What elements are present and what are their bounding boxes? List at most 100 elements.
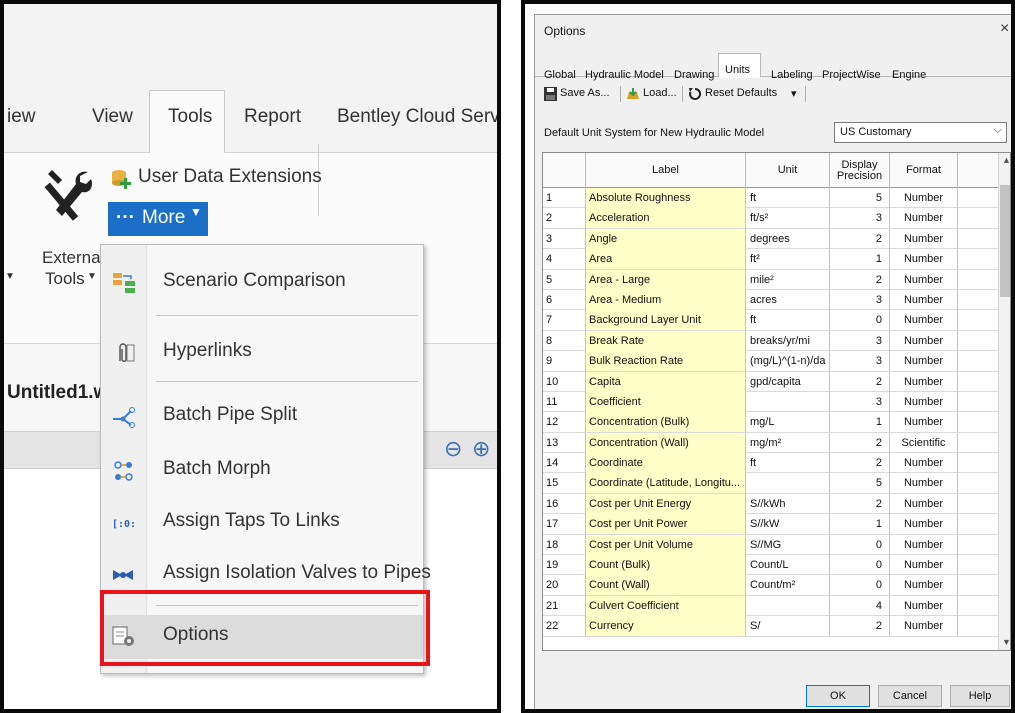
zoom-extents-icon[interactable]: ⊖ (444, 436, 462, 462)
tab-global[interactable]: Global (544, 69, 576, 81)
menu-item-batch-pipe-split[interactable]: Batch Pipe Split (101, 395, 423, 439)
precision-cell[interactable]: 2 (830, 228, 890, 249)
help-button[interactable]: Help (950, 685, 1010, 707)
precision-cell[interactable]: 2 (830, 493, 890, 514)
precision-cell[interactable]: 2 (830, 269, 890, 290)
unit-cell[interactable]: S/ (746, 616, 830, 637)
unit-cell[interactable] (746, 473, 830, 494)
precision-cell[interactable]: 5 (830, 188, 890, 208)
format-cell[interactable]: Number (890, 453, 958, 474)
tab-view[interactable]: View (92, 106, 133, 128)
scroll-up-icon[interactable]: ▲ (1002, 155, 1010, 165)
tab-drawing[interactable]: Drawing (674, 69, 714, 81)
tab-labeling[interactable]: Labeling (771, 69, 813, 81)
column-header-format[interactable]: Format (890, 153, 958, 188)
unit-cell[interactable]: breaks/yr/mi (746, 330, 830, 351)
format-cell[interactable]: Scientific (890, 432, 958, 453)
external-tools-label-line1[interactable]: External (42, 248, 104, 268)
load-button[interactable]: Load... (643, 87, 677, 99)
table-row[interactable]: 13 Concentration (Wall) mg/m² 2 Scientific (543, 432, 998, 454)
zoom-in-icon[interactable]: ⊕ (472, 436, 490, 462)
table-row[interactable]: 3 Angle degrees 2 Number (543, 228, 998, 250)
more-button[interactable]: ··· More ▼ (108, 202, 208, 236)
tab-projectwise[interactable]: ProjectWise (822, 69, 881, 81)
precision-cell[interactable]: 3 (830, 391, 890, 412)
format-cell[interactable]: Number (890, 228, 958, 249)
table-row[interactable]: 19 Count (Bulk) Count/L 0 Number (543, 555, 998, 576)
table-row[interactable]: 17 Cost per Unit Power S//kW 1 Number (543, 514, 998, 535)
unit-cell[interactable]: mg/m² (746, 432, 830, 453)
unit-cell[interactable] (746, 595, 830, 616)
precision-cell[interactable]: 0 (830, 575, 890, 596)
precision-cell[interactable]: 1 (830, 412, 890, 433)
table-row[interactable]: 16 Cost per Unit Energy S//kWh 2 Number (543, 493, 998, 515)
unit-cell[interactable]: S//kW (746, 514, 830, 535)
unit-cell[interactable] (746, 391, 830, 412)
format-cell[interactable]: Number (890, 208, 958, 229)
table-row[interactable]: 11 Coefficient 3 Number (543, 391, 998, 413)
precision-cell[interactable]: 0 (830, 555, 890, 576)
format-cell[interactable]: Number (890, 188, 958, 208)
reset-defaults-button[interactable]: Reset Defaults (705, 87, 777, 99)
unit-cell[interactable]: ft/s² (746, 208, 830, 229)
vertical-scrollbar[interactable]: ▲ ▼ (998, 153, 1010, 650)
unit-cell[interactable]: Count/L (746, 555, 830, 576)
format-cell[interactable]: Number (890, 351, 958, 372)
format-cell[interactable]: Number (890, 249, 958, 270)
table-row[interactable]: 20 Count (Wall) Count/m² 0 Number (543, 575, 998, 596)
precision-cell[interactable]: 2 (830, 432, 890, 453)
scrollbar-thumb[interactable] (1000, 185, 1010, 297)
unit-cell[interactable]: mile² (746, 269, 830, 290)
table-row[interactable]: 2 Acceleration ft/s² 3 Number (543, 208, 998, 229)
format-cell[interactable]: Number (890, 534, 958, 555)
table-row[interactable]: 9 Bulk Reaction Rate (mg/L)^(1-n)/da 3 Numbe… (543, 351, 998, 372)
table-row[interactable]: 21 Culvert Coefficient 4 Number (543, 595, 998, 617)
external-tools-icon[interactable] (44, 166, 94, 230)
unit-cell[interactable]: Count/m² (746, 575, 830, 596)
format-cell[interactable]: Number (890, 493, 958, 514)
table-row[interactable]: 5 Area - Large mile² 2 Number (543, 269, 998, 290)
tab-bentley-cloud-services[interactable]: Bentley Cloud Servic (337, 106, 497, 128)
precision-cell[interactable]: 5 (830, 473, 890, 494)
unit-cell[interactable]: S//kWh (746, 493, 830, 514)
format-cell[interactable]: Number (890, 310, 958, 331)
unit-cell[interactable]: ft (746, 188, 830, 208)
ok-button[interactable]: OK (806, 685, 870, 707)
format-cell[interactable]: Number (890, 371, 958, 392)
unit-cell[interactable]: degrees (746, 228, 830, 249)
tab-hydraulic-model[interactable]: Hydraulic Model (585, 69, 664, 81)
close-icon[interactable]: × (1000, 20, 1009, 38)
format-cell[interactable]: Number (890, 412, 958, 433)
scroll-down-icon[interactable]: ▼ (1002, 637, 1010, 647)
table-row[interactable]: 1 Absolute Roughness ft 5 Number (543, 188, 998, 209)
format-cell[interactable]: Number (890, 514, 958, 535)
precision-cell[interactable]: 3 (830, 351, 890, 372)
table-row[interactable]: 15 Coordinate (Latitude, Longitu... 5 Numbe… (543, 473, 998, 494)
document-tab-title[interactable]: Untitled1.w (7, 382, 108, 404)
unit-cell[interactable]: ft (746, 310, 830, 331)
precision-cell[interactable]: 3 (830, 289, 890, 310)
unit-cell[interactable]: gpd/capita (746, 371, 830, 392)
unit-cell[interactable]: ft (746, 453, 830, 474)
tab-units[interactable]: Units (725, 64, 750, 76)
precision-cell[interactable]: 4 (830, 595, 890, 616)
precision-cell[interactable]: 1 (830, 249, 890, 270)
cancel-button[interactable]: Cancel (878, 685, 942, 707)
column-header-label[interactable]: Label (586, 153, 746, 188)
tab-report[interactable]: Report (244, 106, 301, 128)
unit-cell[interactable]: (mg/L)^(1-n)/da (746, 351, 830, 372)
table-row[interactable]: 22 Currency S/2 Number (543, 616, 998, 637)
user-data-extensions-button[interactable]: User Data Extensions (138, 166, 322, 188)
format-cell[interactable]: Number (890, 473, 958, 494)
user-data-extensions-icon[interactable] (111, 168, 133, 190)
unit-cell[interactable]: acres (746, 289, 830, 310)
format-cell[interactable]: Number (890, 289, 958, 310)
precision-cell[interactable]: 2 (830, 453, 890, 474)
external-tools-label-line2[interactable]: Tools (45, 269, 85, 289)
precision-cell[interactable]: 3 (830, 208, 890, 229)
menu-item-scenario-comparison[interactable]: Scenario Comparison (101, 261, 423, 305)
format-cell[interactable]: Number (890, 555, 958, 576)
precision-cell[interactable]: 0 (830, 534, 890, 555)
format-cell[interactable]: Number (890, 575, 958, 596)
unit-cell[interactable]: mg/L (746, 412, 830, 433)
